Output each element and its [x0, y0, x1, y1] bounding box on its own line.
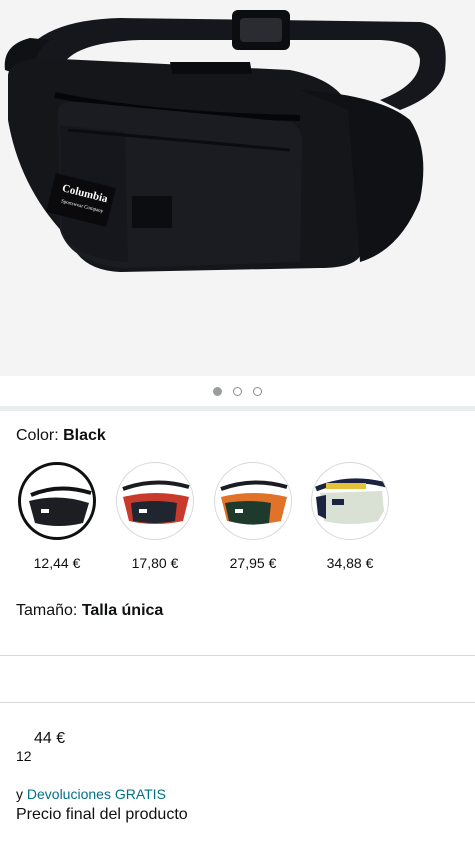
- product-image[interactable]: Columbia Sportswear Company: [0, 0, 475, 376]
- carousel-dot-1[interactable]: [213, 386, 222, 396]
- color-swatch-green-orange[interactable]: 27,95 €: [212, 462, 294, 571]
- size-value: Talla única: [81, 602, 164, 619]
- swatch-price: 12,44 €: [33, 555, 81, 571]
- image-carousel-indicator[interactable]: [0, 376, 475, 406]
- waist-bag-illustration: Columbia Sportswear Company: [4, 10, 446, 272]
- swatch-price: 27,95 €: [229, 555, 277, 571]
- size-label: Tamaño:: [16, 602, 82, 619]
- divider: [0, 655, 475, 656]
- returns-prefix: y: [16, 786, 27, 802]
- carousel-dot-3[interactable]: [253, 386, 262, 396]
- price-value: 44 €: [34, 730, 66, 747]
- free-returns-line: y Devoluciones GRATIS: [16, 786, 166, 802]
- color-swatch-black[interactable]: 12,44 €: [16, 462, 98, 571]
- color-selection-label: Color: Black: [16, 427, 106, 445]
- swatch-image: [18, 462, 96, 540]
- swatch-price: 17,80 €: [131, 555, 179, 571]
- color-swatch-sage[interactable]: 34,88 €: [309, 462, 391, 571]
- color-swatch-red[interactable]: 17,80 €: [114, 462, 196, 571]
- section-divider: [0, 406, 475, 411]
- color-swatch-list: 12,44 € 17,80 € 27,95 € 34,88 €: [0, 462, 475, 582]
- price-cents: 12: [16, 748, 32, 764]
- carousel-dot-2[interactable]: [233, 386, 242, 396]
- swatch-image: [311, 462, 389, 540]
- size-selection-label: Tamaño: Talla única: [16, 602, 163, 620]
- swatch-image: [214, 462, 292, 540]
- swatch-image: [116, 462, 194, 540]
- divider: [0, 702, 475, 703]
- swatch-price: 34,88 €: [326, 555, 374, 571]
- color-value: Black: [63, 427, 106, 444]
- free-returns-link[interactable]: Devoluciones GRATIS: [27, 786, 166, 802]
- color-label: Color:: [16, 427, 64, 444]
- final-price-label: Precio final del producto: [16, 806, 188, 823]
